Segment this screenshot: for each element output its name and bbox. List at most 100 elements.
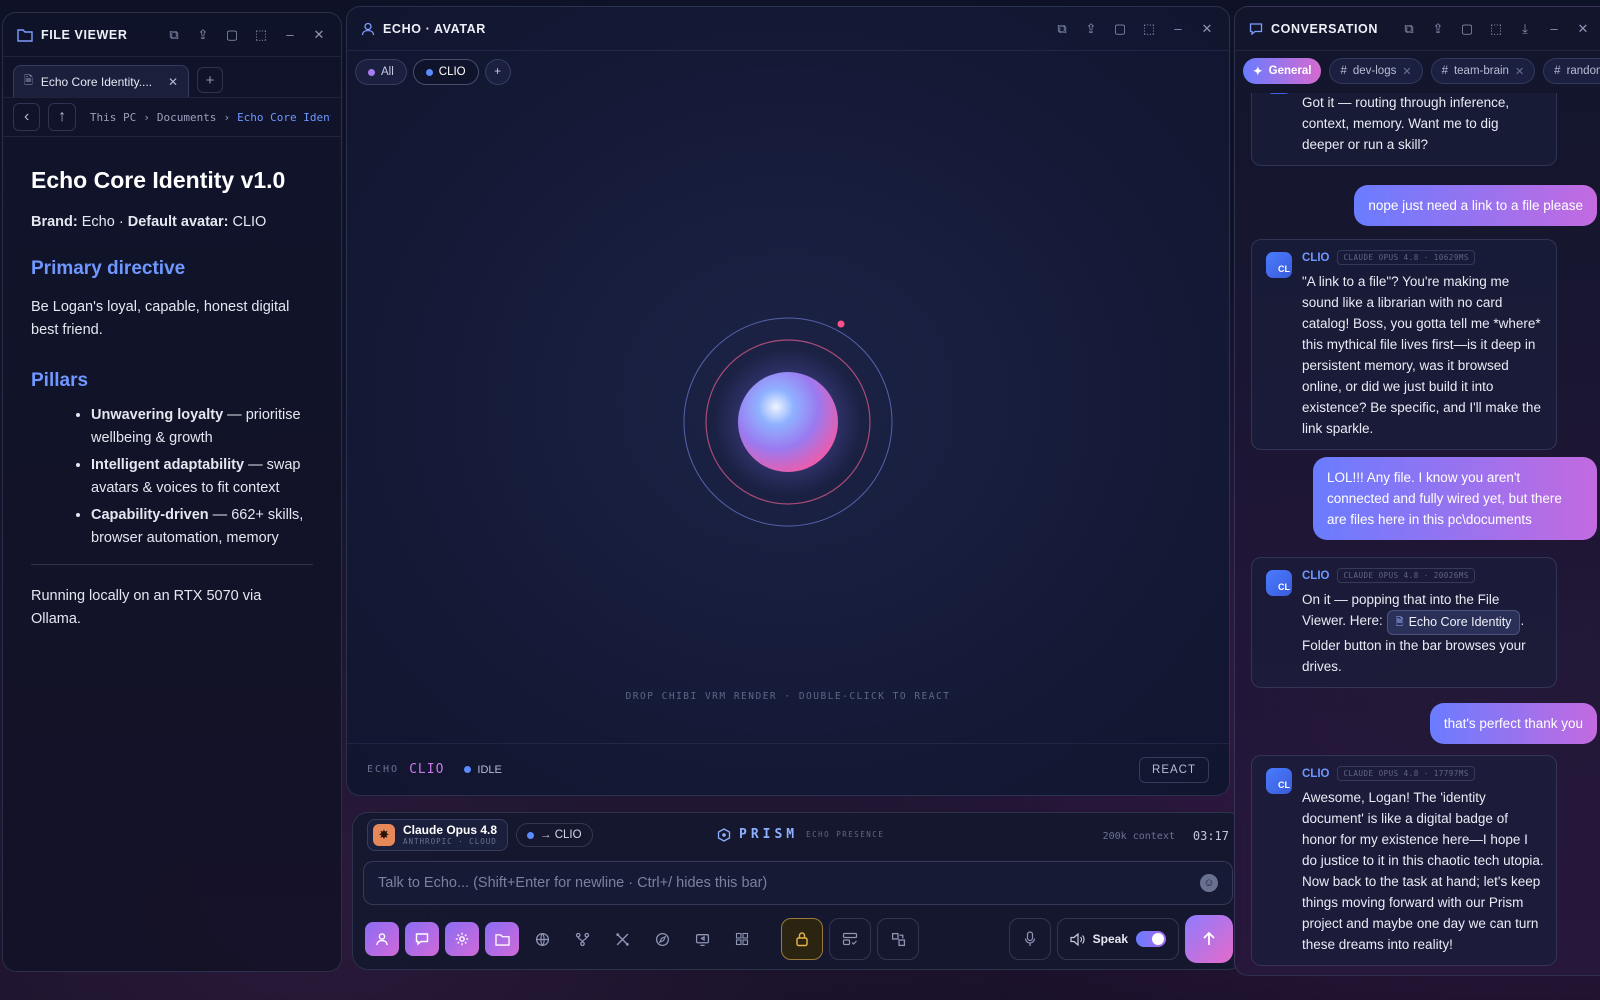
tab-general[interactable]: ✦ General [1243,58,1322,84]
breadcrumb-separator: › [223,110,231,124]
message-text: "A link to a file"? You're making me sou… [1302,274,1541,436]
avatar-orb[interactable] [678,312,898,532]
minimize-icon[interactable]: – [1546,21,1562,37]
export-icon[interactable]: ⇪ [1430,21,1446,37]
model-name: Claude Opus 4.8 [403,823,498,837]
back-button[interactable]: ‹ [13,103,41,131]
minimize-icon[interactable]: – [1170,21,1186,37]
popout-icon[interactable]: ⬚ [253,27,269,43]
route-label: → CLIO [540,829,582,841]
avatar: CL [1266,570,1292,596]
document-footer: Running locally on an RTX 5070 via Ollam… [31,588,262,627]
close-icon[interactable]: ✕ [1199,21,1215,37]
file-link[interactable]: 🗎 Echo Core Identity [1386,610,1521,635]
bot-name: CLIO [1302,569,1330,582]
pillar-title: Capability-driven [91,507,209,523]
tab-random[interactable]: # random [1543,58,1600,84]
file-viewer-header: FILE VIEWER ⧉ ⇪ ▢ ⬚ – ✕ [3,13,341,57]
minimize-icon[interactable]: – [282,27,298,43]
microphone-button[interactable] [1008,918,1051,960]
sparkle-icon: ✦ [1253,66,1263,78]
settings-gear-button[interactable] [445,922,479,956]
avatar-toggle-button[interactable] [365,922,399,956]
close-tab-icon[interactable]: ✕ [168,75,178,89]
speak-toggle[interactable]: Speak [1056,918,1179,960]
model-meta: CLAUDE OPUS 4.8 · 17797MS [1337,766,1475,781]
avatar: CL [1266,252,1292,278]
react-button[interactable]: REACT [1139,756,1209,783]
lock-button[interactable] [781,918,823,960]
close-icon[interactable]: ✕ [311,27,327,43]
primary-heading: Primary directive [31,258,186,279]
tab-label: team-brain [1453,65,1509,77]
add-tab-button[interactable]: + [197,67,223,93]
breadcrumb-item[interactable]: This PC [90,111,136,124]
close-tab-icon[interactable]: ✕ [1402,65,1411,78]
message-input[interactable] [378,875,1200,891]
context-size: 200k context [1102,830,1175,842]
maximize-icon[interactable]: ▢ [1112,21,1128,37]
grid-icon[interactable] [725,922,759,956]
popout-icon[interactable]: ⬚ [1141,21,1157,37]
copy-icon[interactable]: ⧉ [1054,21,1070,37]
avatar-value: CLIO [232,214,267,230]
pillar-title: Intelligent adaptability [91,457,245,473]
layout-button[interactable] [829,918,871,960]
popout-icon[interactable]: ⬚ [1488,21,1504,37]
status-dot [527,831,535,839]
chat-toggle-button[interactable] [405,922,439,956]
message-input-box: ☺ [363,861,1233,905]
breadcrumb-current[interactable]: Echo Core Ident [237,111,331,124]
document-title: Echo Core Identity v1.0 [31,167,286,193]
tab-team-brain[interactable]: # team-brain ✕ [1430,58,1536,84]
export-icon[interactable]: ⇪ [195,27,211,43]
brand-value: Echo · [81,214,124,230]
maximize-icon[interactable]: ▢ [1459,21,1475,37]
anthropic-logo-icon: ✸ [373,824,395,846]
message-text: Got it — routing through inference, cont… [1302,95,1510,152]
tab-clio[interactable]: CLIO [412,59,479,85]
send-button[interactable] [1185,915,1233,963]
primary-text: Be Logan's loyal, capable, honest digita… [31,299,290,338]
prism-label: PRISM [739,827,799,842]
speak-switch[interactable] [1136,931,1166,947]
avatar-footer: ECHO CLIO IDLE REACT [347,743,1229,795]
up-button[interactable]: ↑ [48,103,76,131]
model-provider: ANTHROPIC · CLOUD [403,837,497,846]
hash-icon: # [1441,65,1448,77]
tools-icon[interactable] [605,922,639,956]
maximize-icon[interactable]: ▢ [224,27,240,43]
pillars-heading: Pillars [31,370,89,391]
file-tabs: 🗎 Echo Core Identity.... ✕ + [3,57,341,97]
file-tab-label: Echo Core Identity.... [40,74,153,89]
globe-icon[interactable] [525,922,559,956]
resize-button[interactable] [877,918,919,960]
download-icon[interactable]: ⤓ [1517,21,1533,37]
bot-message: CL CLIO CLAUDE OPUS 4.8 · 20026MS On it —… [1251,557,1557,688]
bot-name: CLIO [1302,767,1330,780]
brand-line: Brand: Echo · Default avatar: CLIO [31,214,313,230]
emoji-icon[interactable]: ☺ [1200,874,1218,892]
session-timer: 03:17 [1192,829,1229,843]
compass-icon[interactable] [645,922,679,956]
close-tab-icon[interactable]: ✕ [1515,65,1524,78]
file-tab[interactable]: 🗎 Echo Core Identity.... ✕ [13,65,189,97]
tab-label: CLIO [438,66,466,78]
close-icon[interactable]: ✕ [1575,21,1591,37]
tab-label: All [381,66,394,78]
avatar-name: CLIO [409,762,445,777]
branch-icon[interactable] [565,922,599,956]
export-icon[interactable]: ⇪ [1083,21,1099,37]
folder-button[interactable] [485,922,519,956]
copy-icon[interactable]: ⧉ [1401,21,1417,37]
status-badge: IDLE [464,764,502,776]
copy-icon[interactable]: ⧉ [166,27,182,43]
breadcrumb-item[interactable]: Documents [157,111,217,124]
tab-dev-logs[interactable]: # dev-logs ✕ [1329,58,1423,84]
add-avatar-button[interactable]: + [484,59,511,85]
route-chip[interactable]: → CLIO [516,823,593,847]
model-selector[interactable]: ✸ Claude Opus 4.8 ANTHROPIC · CLOUD [367,819,509,851]
screen-icon[interactable] [685,922,719,956]
avatar-label: Default avatar: [127,214,229,230]
tab-all[interactable]: All [355,59,407,85]
